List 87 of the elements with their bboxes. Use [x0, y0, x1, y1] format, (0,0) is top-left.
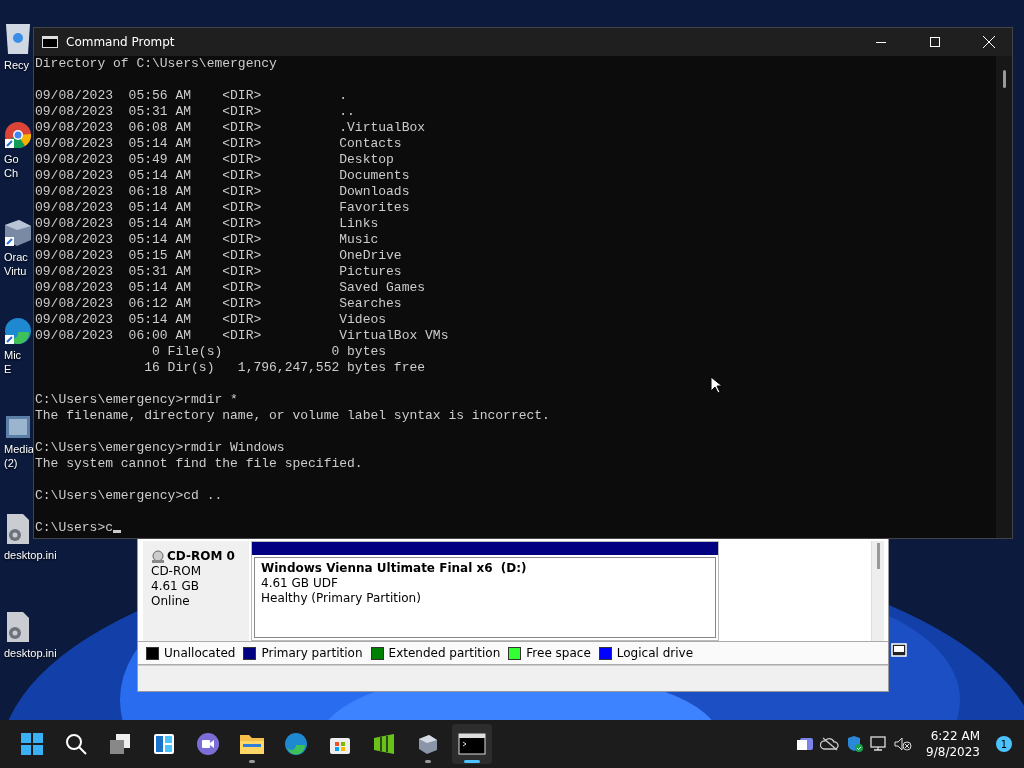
search-icon: [64, 732, 88, 756]
console-line: C:\Users\emergency>cd ..: [35, 488, 224, 504]
icon-label: Ch: [4, 166, 19, 180]
scroll-bar[interactable]: [996, 56, 1012, 538]
cube-shortcut-icon: [5, 220, 31, 246]
partition-box[interactable]: Windows Vienna Ultimate Final x6 (D:) 4.61 GB UDF Healthy (Primary Partition): [254, 557, 716, 638]
terminal-icon: [458, 733, 486, 755]
icon-label: Mic: [4, 348, 22, 362]
folder-icon: [239, 732, 265, 756]
taskbar-app-button[interactable]: [452, 724, 492, 764]
console-line: C:\Users>c: [35, 520, 113, 535]
clock-time: 6:22 AM: [930, 728, 980, 744]
icon-label: Orac: [4, 250, 28, 264]
legend-label: Logical drive: [616, 646, 694, 660]
console-line: 09/08/2023 06:12 AM <DIR> Searches: [35, 296, 403, 312]
icon-label: E: [4, 362, 12, 376]
partition-status: Healthy (Primary Partition): [261, 591, 422, 606]
network-monitor-icon[interactable]: [870, 736, 889, 752]
shield-check-icon[interactable]: [846, 735, 865, 753]
console-icon: [42, 36, 58, 48]
close-icon: [983, 36, 995, 48]
console-line: 09/08/2023 05:56 AM <DIR> .: [35, 88, 349, 104]
teams-icon[interactable]: [796, 736, 815, 752]
clock[interactable]: 6:22 AM 9/8/2023: [926, 728, 980, 760]
notification-badge[interactable]: 1: [996, 736, 1012, 752]
panels-icon: [372, 732, 396, 756]
console-line: 09/08/2023 06:08 AM <DIR> .VirtualBox: [35, 120, 427, 136]
console-line: 09/08/2023 05:15 AM <DIR> OneDrive: [35, 248, 403, 264]
settings-file-icon: [7, 612, 29, 642]
settings-file-icon: [7, 514, 29, 544]
console-line: Directory of C:\Users\emergency: [35, 56, 278, 72]
console-line: 09/08/2023 05:14 AM <DIR> Links: [35, 216, 380, 232]
console-line: The filename, directory name, or volume label syntax is incorrect.: [35, 408, 551, 424]
icon-label: Recy: [4, 58, 30, 72]
legend-label: Extended partition: [388, 646, 501, 660]
console-line: 09/08/2023 05:14 AM <DIR> Saved Games: [35, 280, 427, 296]
icon-label: desktop.ini: [4, 646, 57, 660]
console-line: C:\Users\emergency>rmdir Windows: [35, 440, 286, 456]
console-line: The system cannot find the file specified.: [35, 456, 364, 472]
console-line: 09/08/2023 05:49 AM <DIR> Desktop: [35, 152, 395, 168]
window-title: Command Prompt: [66, 35, 176, 49]
clock-date: 9/8/2023: [926, 744, 980, 760]
legend-label: Free space: [526, 646, 591, 660]
disk-type: CD-ROM: [151, 564, 203, 579]
text-cursor: [113, 530, 121, 533]
legend-label: Unallocated: [164, 646, 236, 660]
maximize-icon: [930, 37, 940, 47]
task-view-icon: [108, 732, 132, 756]
cloud-off-icon[interactable]: [820, 737, 841, 751]
console-line: 09/08/2023 05:31 AM <DIR> ..: [35, 104, 356, 120]
icon-label: Go: [4, 152, 19, 166]
icon-label: desktop.ini: [4, 548, 57, 562]
edge-icon: [284, 732, 308, 756]
console-line: 09/08/2023 06:00 AM <DIR> VirtualBox VMs: [35, 328, 450, 344]
console-line: 16 Dir(s) 1,796,247,552 bytes free: [143, 360, 427, 376]
console-line: C:\Users\emergency>rmdir *: [35, 392, 239, 408]
console-line: 09/08/2023 05:14 AM <DIR> Documents: [35, 168, 411, 184]
console-line: 0 File(s) 0 bytes: [151, 344, 388, 360]
icon-label: (2): [4, 456, 18, 470]
legend-label: Primary partition: [261, 646, 363, 660]
console-line: 09/08/2023 05:14 AM <DIR> Favorites: [35, 200, 411, 216]
console-line: 09/08/2023 05:14 AM <DIR> Contacts: [35, 136, 403, 152]
icon-label: Virtu: [4, 264, 27, 278]
mouse-pointer-icon: [710, 376, 722, 394]
partition-size: 4.61 GB UDF: [261, 576, 339, 591]
icon-label: Media: [4, 442, 34, 456]
disc-drive-icon: [151, 549, 165, 564]
browser-shortcut-icon: [5, 122, 31, 148]
console-line: 09/08/2023 05:14 AM <DIR> Music: [35, 232, 380, 248]
folder-icon: [6, 416, 30, 438]
windows-logo-icon: [20, 732, 44, 756]
console-line: 09/08/2023 05:31 AM <DIR> Pictures: [35, 264, 403, 280]
recycle-bin-icon: [6, 24, 30, 54]
video-chat-icon: [196, 732, 220, 756]
disk-name: CD-ROM 0: [151, 549, 249, 564]
console-line: 09/08/2023 05:14 AM <DIR> Videos: [35, 312, 388, 328]
partition-name: Windows Vienna Ultimate Final x6 (D:): [261, 561, 528, 576]
scroll-bar[interactable]: [871, 541, 884, 641]
edge-shortcut-icon: [5, 318, 31, 344]
disk-size: 4.61 GB: [151, 579, 201, 594]
cube-icon: [416, 732, 440, 756]
disk-status: Online: [151, 594, 191, 609]
speaker-muted-icon[interactable]: [894, 736, 913, 752]
window-icon: [891, 643, 907, 657]
console-line: 09/08/2023 06:18 AM <DIR> Downloads: [35, 184, 411, 200]
minimize-icon: [876, 41, 886, 43]
widgets-icon: [152, 732, 176, 756]
